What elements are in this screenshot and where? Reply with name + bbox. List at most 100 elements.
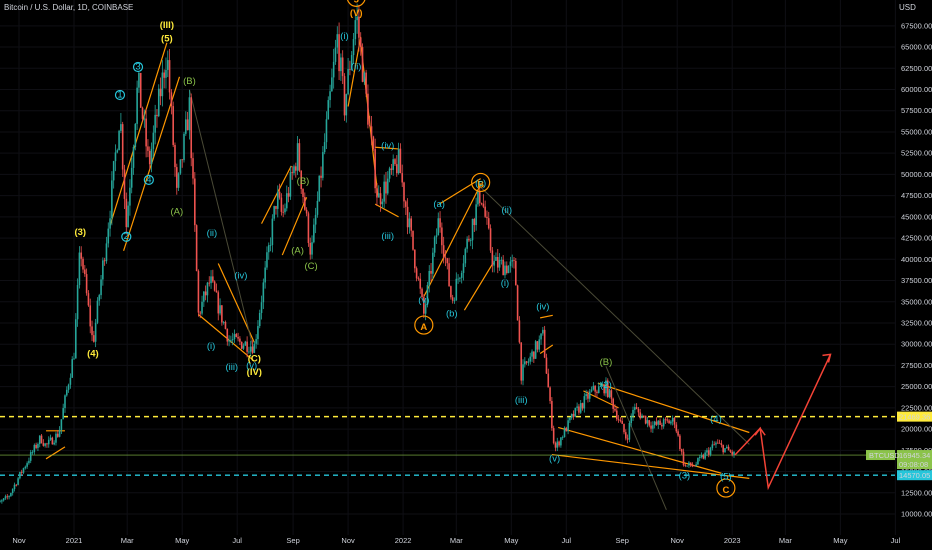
candle-body [285,193,288,209]
candle-body [174,144,176,168]
candle-body [35,444,37,448]
candle-body [24,466,27,469]
candle-body [563,427,566,438]
wave-label: (III) [160,20,174,31]
candle-body [496,257,499,268]
time-tick-label[interactable]: 2022 [395,536,412,545]
price-tick-label[interactable]: 35000.00 [901,297,932,306]
price-tick-label[interactable]: 30000.00 [901,340,932,349]
price-tick-label[interactable]: 65000.00 [901,43,932,52]
candle-body [484,206,486,217]
candle-body [4,496,7,499]
time-tick-label[interactable]: Mar [121,536,134,545]
price-tick-label[interactable]: 67500.00 [901,21,932,30]
candle-body [305,209,308,214]
candle-body [648,420,651,426]
candle-body [644,415,647,424]
candle-body [370,126,373,137]
time-tick-label[interactable]: May [175,536,189,545]
price-tick-label[interactable]: 32500.00 [901,318,932,327]
candle-body [287,193,290,197]
price-tick-label[interactable]: 45000.00 [901,212,932,221]
candle-body [138,72,140,88]
candle-body [367,93,369,125]
time-tick-label[interactable]: Nov [341,536,355,545]
candle-body [201,301,203,314]
candle-body [733,451,735,455]
price-tick-label[interactable]: 60000.00 [901,85,932,94]
price-tick-label[interactable]: 25000.00 [901,382,932,391]
candle-body [442,245,445,258]
candle-body [637,408,640,413]
price-tick-label[interactable]: 10000.00 [901,510,932,519]
candle-body [432,252,434,274]
price-tick-label[interactable]: 20000.00 [901,425,932,434]
time-tick-label[interactable]: Jul [561,536,571,545]
countdown-value: 09:08:08 [899,460,928,469]
candle-body [85,274,88,294]
candle-body [275,206,277,209]
price-tick-label[interactable]: 55000.00 [901,127,932,136]
candle-body [704,452,706,459]
candle-body [316,200,319,215]
candle-body [639,412,642,419]
wave-label: (4) [87,348,99,359]
wave-label: 1 [117,89,122,100]
candle-body [424,304,427,314]
candle-body [231,339,234,341]
candlestick-chart[interactable]: (3)(4)(5)(III)(A)(B)(C)(IV)(A)(B)(C)5(V)… [0,0,932,550]
candle-body [161,72,164,97]
candle-body [702,455,705,459]
candle-body [538,339,541,350]
candle-body [677,431,679,436]
time-tick-label[interactable]: Sep [616,536,629,545]
time-tick-label[interactable]: 2021 [66,536,83,545]
candle-body [269,245,272,246]
price-tick-label[interactable]: 40000.00 [901,255,932,264]
price-tick-label[interactable]: 22500.00 [901,403,932,412]
candle-body [372,136,375,150]
time-tick-label[interactable]: Sep [286,536,299,545]
price-tick-label[interactable]: 62500.00 [901,64,932,73]
price-tick-label[interactable]: 47500.00 [901,191,932,200]
price-tick-label[interactable]: 12500.00 [901,488,932,497]
candle-body [610,390,613,399]
candle-body [596,391,598,394]
time-tick-label[interactable]: Jul [891,536,901,545]
candle-body [547,373,550,388]
time-tick-label[interactable]: Jul [232,536,242,545]
candle-body [415,268,418,279]
candle-body [634,407,636,410]
price-tick-label[interactable]: 50000.00 [901,170,932,179]
candle-body [661,424,663,427]
candle-body [33,444,36,452]
candle-body [570,413,573,418]
price-tick-label[interactable]: 57500.00 [901,106,932,115]
time-tick-label[interactable]: 2023 [724,536,741,545]
time-tick-label[interactable]: May [833,536,847,545]
candle-body [477,191,479,205]
time-tick-label[interactable]: Nov [12,536,26,545]
candle-body [428,270,431,286]
candle-body [284,208,286,213]
candle-body [276,191,279,209]
candle-body [646,420,649,424]
candle-body [129,187,131,206]
candle-body [385,181,387,194]
candle-body [502,259,504,276]
candle-body [278,191,281,198]
candle-body [246,341,248,352]
candle-body [531,351,533,357]
price-tick-label[interactable]: 52500.00 [901,149,932,158]
candle-body [291,172,293,174]
candle-body [313,224,315,243]
price-tick-label[interactable]: 42500.00 [901,234,932,243]
time-tick-label[interactable]: Mar [450,536,463,545]
time-tick-label[interactable]: Mar [779,536,792,545]
price-tick-label[interactable]: 37500.00 [901,276,932,285]
candle-body [365,72,367,94]
price-tick-label[interactable]: 27500.00 [901,361,932,370]
candle-body [720,443,723,446]
time-tick-label[interactable]: Nov [671,536,685,545]
time-tick-label[interactable]: May [504,536,518,545]
